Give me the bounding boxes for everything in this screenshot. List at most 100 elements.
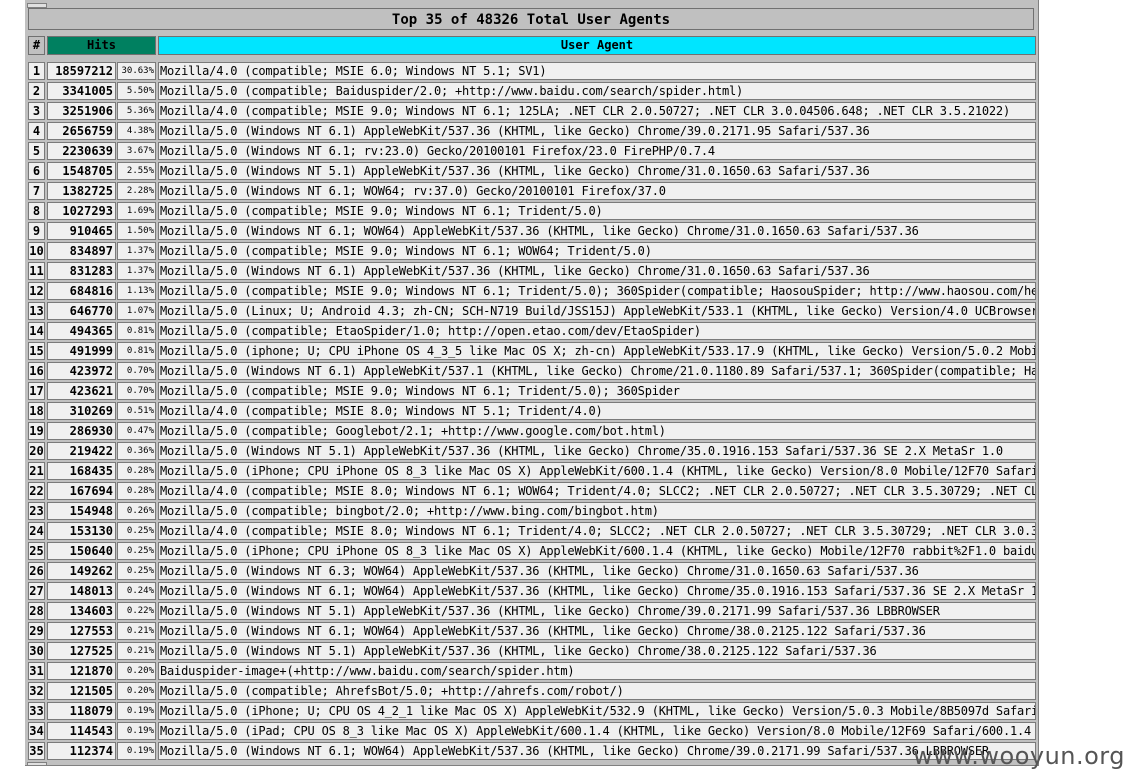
row-user-agent: Mozilla/5.0 (iPhone; CPU iPhone OS 8_3 l… — [158, 462, 1036, 480]
row-number: 34 — [28, 722, 45, 740]
row-user-agent: Mozilla/5.0 (Windows NT 6.1; WOW64) Appl… — [158, 582, 1036, 600]
table-row: 27 148013 0.24% Mozilla/5.0 (Windows NT 6.1… — [25, 581, 1039, 601]
row-number: 33 — [28, 702, 45, 720]
column-header-user-agent: User Agent — [158, 36, 1036, 55]
row-percent: 4.38% — [117, 122, 156, 140]
row-hits: 646770 — [47, 302, 116, 320]
row-percent: 0.21% — [117, 642, 156, 660]
row-hits: 149262 — [47, 562, 116, 580]
row-number: 25 — [28, 542, 45, 560]
row-number: 27 — [28, 582, 45, 600]
row-hits: 150640 — [47, 542, 116, 560]
row-percent: 2.55% — [117, 162, 156, 180]
table-row: 3 3251906 5.36% Mozilla/4.0 (compatible; MS… — [25, 101, 1039, 121]
table-row: 18 310269 0.51% Mozilla/4.0 (compatible; MS… — [25, 401, 1039, 421]
row-user-agent: Mozilla/5.0 (Windows NT 6.1; WOW64) Appl… — [158, 622, 1036, 640]
row-number: 32 — [28, 682, 45, 700]
row-hits: 112374 — [47, 742, 116, 760]
row-percent: 0.25% — [117, 562, 156, 580]
table-row: 5 2230639 3.67% Mozilla/5.0 (Windows NT 6.1… — [25, 141, 1039, 161]
row-user-agent: Mozilla/5.0 (Windows NT 6.1; WOW64; rv:3… — [158, 182, 1036, 200]
row-percent: 0.24% — [117, 582, 156, 600]
row-number: 21 — [28, 462, 45, 480]
table-title: Top 35 of 48326 Total User Agents — [28, 8, 1034, 30]
row-percent: 0.28% — [117, 462, 156, 480]
row-user-agent: Mozilla/5.0 (iphone; U; CPU iPhone OS 4_… — [158, 342, 1036, 360]
row-user-agent: Mozilla/5.0 (compatible; EtaoSpider/1.0;… — [158, 322, 1036, 340]
row-number: 13 — [28, 302, 45, 320]
row-hits: 121505 — [47, 682, 116, 700]
row-number: 11 — [28, 262, 45, 280]
table-row: 29 127553 0.21% Mozilla/5.0 (Windows NT 6.1… — [25, 621, 1039, 641]
table-row: 9 910465 1.50% Mozilla/5.0 (Windows NT 6.1;… — [25, 221, 1039, 241]
row-percent: 0.19% — [117, 722, 156, 740]
row-percent: 0.22% — [117, 602, 156, 620]
row-user-agent: Mozilla/5.0 (Windows NT 5.1) AppleWebKit… — [158, 442, 1036, 460]
row-hits: 148013 — [47, 582, 116, 600]
row-hits: 423621 — [47, 382, 116, 400]
row-percent: 0.25% — [117, 522, 156, 540]
row-hits: 127553 — [47, 622, 116, 640]
row-percent: 5.50% — [117, 82, 156, 100]
row-percent: 1.37% — [117, 242, 156, 260]
row-number: 16 — [28, 362, 45, 380]
stats-table-frame: Top 35 of 48326 Total User Agents # Hits… — [25, 0, 1039, 766]
row-user-agent: Baiduspider-image+(+http://www.baidu.com… — [158, 662, 1036, 680]
row-hits: 684816 — [47, 282, 116, 300]
row-percent: 0.26% — [117, 502, 156, 520]
row-number: 4 — [28, 122, 45, 140]
row-number: 12 — [28, 282, 45, 300]
row-percent: 1.37% — [117, 262, 156, 280]
table-row: 4 2656759 4.38% Mozilla/5.0 (Windows NT 6.1… — [25, 121, 1039, 141]
row-percent: 0.36% — [117, 442, 156, 460]
row-hits: 1382725 — [47, 182, 116, 200]
row-user-agent: Mozilla/5.0 (Windows NT 6.1; WOW64) Appl… — [158, 742, 1036, 760]
row-user-agent: Mozilla/5.0 (compatible; MSIE 9.0; Windo… — [158, 382, 1036, 400]
row-percent: 1.69% — [117, 202, 156, 220]
row-number: 31 — [28, 662, 45, 680]
table-row: 33 118079 0.19% Mozilla/5.0 (iPhone; U; CPU… — [25, 701, 1039, 721]
row-number: 7 — [28, 182, 45, 200]
row-number: 35 — [28, 742, 45, 760]
row-hits: 168435 — [47, 462, 116, 480]
row-percent: 1.07% — [117, 302, 156, 320]
table-row: 30 127525 0.21% Mozilla/5.0 (Windows NT 5.1… — [25, 641, 1039, 661]
row-percent: 0.20% — [117, 682, 156, 700]
row-hits: 134603 — [47, 602, 116, 620]
row-number: 22 — [28, 482, 45, 500]
row-number: 18 — [28, 402, 45, 420]
table-row: 25 150640 0.25% Mozilla/5.0 (iPhone; CPU iP… — [25, 541, 1039, 561]
row-hits: 910465 — [47, 222, 116, 240]
row-user-agent: Mozilla/5.0 (compatible; Baiduspider/2.0… — [158, 82, 1036, 100]
row-number: 10 — [28, 242, 45, 260]
table-row: 12 684816 1.13% Mozilla/5.0 (compatible; MS… — [25, 281, 1039, 301]
row-percent: 1.50% — [117, 222, 156, 240]
row-user-agent: Mozilla/5.0 (iPad; CPU OS 8_3 like Mac O… — [158, 722, 1036, 740]
table-row: 8 1027293 1.69% Mozilla/5.0 (compatible; MS… — [25, 201, 1039, 221]
row-user-agent: Mozilla/5.0 (compatible; MSIE 9.0; Windo… — [158, 282, 1036, 300]
table-row: 34 114543 0.19% Mozilla/5.0 (iPad; CPU OS 8… — [25, 721, 1039, 741]
row-percent: 0.70% — [117, 382, 156, 400]
table-row: 22 167694 0.28% Mozilla/4.0 (compatible; MS… — [25, 481, 1039, 501]
row-number: 15 — [28, 342, 45, 360]
row-percent: 3.67% — [117, 142, 156, 160]
row-percent: 0.20% — [117, 662, 156, 680]
frame-bottom-strip — [27, 762, 47, 766]
row-hits: 834897 — [47, 242, 116, 260]
row-user-agent: Mozilla/5.0 (Linux; U; Android 4.3; zh-C… — [158, 302, 1036, 320]
row-hits: 831283 — [47, 262, 116, 280]
row-percent: 0.28% — [117, 482, 156, 500]
row-user-agent: Mozilla/5.0 (compatible; Googlebot/2.1; … — [158, 422, 1036, 440]
table-row: 10 834897 1.37% Mozilla/5.0 (compatible; MS… — [25, 241, 1039, 261]
row-hits: 114543 — [47, 722, 116, 740]
row-number: 3 — [28, 102, 45, 120]
row-number: 29 — [28, 622, 45, 640]
row-hits: 491999 — [47, 342, 116, 360]
row-user-agent: Mozilla/4.0 (compatible; MSIE 8.0; Windo… — [158, 402, 1036, 420]
row-user-agent: Mozilla/5.0 (compatible; AhrefsBot/5.0; … — [158, 682, 1036, 700]
row-hits: 153130 — [47, 522, 116, 540]
row-number: 20 — [28, 442, 45, 460]
row-number: 6 — [28, 162, 45, 180]
column-header-hits: Hits — [47, 36, 156, 55]
row-number: 19 — [28, 422, 45, 440]
